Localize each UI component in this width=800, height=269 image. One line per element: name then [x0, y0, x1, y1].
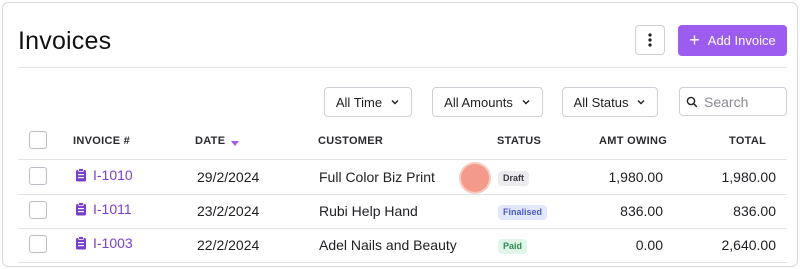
column-header-status[interactable]: STATUS — [497, 135, 541, 147]
customer-name: Rubi Help Hand — [319, 203, 418, 219]
chevron-down-icon — [391, 100, 399, 105]
status-badge: Draft — [498, 171, 530, 186]
row-divider — [18, 262, 787, 263]
invoice-link[interactable]: I-1010 — [75, 167, 133, 183]
search-input[interactable]: Search — [679, 87, 787, 116]
customer-name: Adel Nails and Beauty — [319, 237, 457, 253]
column-header-customer[interactable]: CUSTOMER — [318, 135, 383, 147]
invoice-number: I-1010 — [93, 167, 133, 183]
invoice-date: 22/2/2024 — [197, 237, 260, 253]
invoice-number: I-1011 — [93, 201, 132, 217]
customer-name: Full Color Biz Print — [319, 169, 435, 185]
chevron-down-icon — [637, 100, 645, 105]
invoice-date: 23/2/2024 — [197, 203, 260, 219]
add-invoice-button[interactable]: + Add Invoice — [678, 25, 787, 56]
table-header-divider — [18, 159, 787, 160]
clipboard-icon — [76, 202, 86, 216]
column-header-date[interactable]: DATE — [195, 135, 225, 147]
invoice-total: 836.00 — [733, 203, 776, 219]
column-header-amt-owing[interactable]: AMT OWING — [599, 135, 667, 147]
column-header-invoice[interactable]: INVOICE # — [73, 135, 130, 147]
search-placeholder: Search — [704, 93, 749, 110]
amounts-filter-label: All Amounts — [444, 94, 513, 110]
amounts-filter-dropdown[interactable]: All Amounts — [432, 87, 543, 117]
invoice-total: 2,640.00 — [721, 237, 777, 253]
more-options-button[interactable] — [635, 25, 665, 55]
page-title: Invoices — [18, 27, 112, 55]
plus-icon: + — [689, 29, 700, 50]
cursor-indicator — [461, 164, 489, 192]
column-header-total[interactable]: TOTAL — [729, 135, 766, 147]
sort-descending-icon — [231, 141, 239, 146]
status-badge: Finalised — [498, 205, 548, 220]
amount-owing: 1,980.00 — [608, 169, 664, 185]
invoice-date: 29/2/2024 — [197, 169, 260, 185]
chevron-down-icon — [522, 100, 530, 105]
invoice-number: I-1003 — [93, 235, 133, 251]
invoices-panel: Invoices + Add Invoice All Time All Amou… — [2, 2, 798, 267]
status-filter-dropdown[interactable]: All Status — [562, 87, 658, 117]
amount-owing: 836.00 — [620, 203, 663, 219]
search-icon — [686, 96, 698, 107]
add-invoice-label: Add Invoice — [707, 33, 776, 48]
row-divider — [18, 228, 787, 229]
invoice-total: 1,980.00 — [721, 169, 777, 185]
invoice-link[interactable]: I-1003 — [75, 235, 133, 251]
row-checkbox[interactable] — [29, 167, 47, 185]
status-badge: Paid — [498, 239, 528, 254]
amount-owing: 0.00 — [635, 237, 663, 253]
row-checkbox[interactable] — [29, 235, 47, 253]
row-checkbox[interactable] — [29, 201, 47, 219]
time-filter-label: All Time — [335, 94, 383, 110]
header-divider — [18, 67, 787, 68]
more-vertical-icon — [648, 33, 652, 47]
time-filter-dropdown[interactable]: All Time — [324, 87, 412, 117]
invoice-link[interactable]: I-1011 — [75, 201, 132, 217]
status-filter-label: All Status — [573, 94, 629, 110]
row-divider — [18, 194, 787, 195]
clipboard-icon — [76, 168, 86, 182]
select-all-checkbox[interactable] — [29, 131, 47, 149]
clipboard-icon — [76, 236, 86, 250]
